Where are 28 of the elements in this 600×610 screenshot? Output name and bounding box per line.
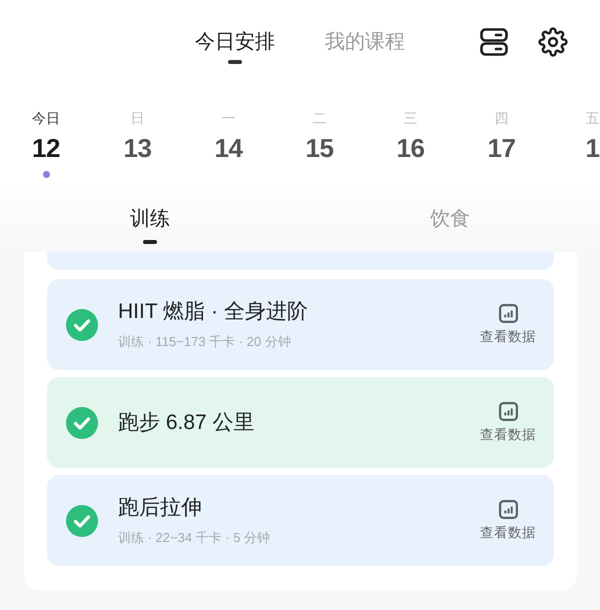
selected-dot-icon xyxy=(42,171,50,178)
activity-details: 训练 · 22~34 千卡 · 5 分钟 xyxy=(118,529,270,547)
stacked-bars-icon[interactable] xyxy=(480,28,508,56)
date-item[interactable]: 日 13 xyxy=(92,108,183,188)
date-item[interactable]: 今日 12 xyxy=(0,108,92,188)
activity-title: HIIT 燃脂 · 全身进阶 xyxy=(118,299,308,325)
view-data-button[interactable]: 查看数据 xyxy=(480,304,536,346)
tab-indicator xyxy=(228,60,242,64)
activity-title: 跑步 6.87 公里 xyxy=(118,410,255,436)
view-data-button[interactable]: 查看数据 xyxy=(480,500,536,542)
view-data-button[interactable]: 查看数据 xyxy=(480,402,536,444)
date-item[interactable]: 四 17 xyxy=(456,108,547,188)
activity-card[interactable]: 跑后拉伸 训练 · 22~34 千卡 · 5 分钟 查看数据 xyxy=(47,475,554,566)
tab-indicator xyxy=(143,240,157,244)
bar-chart-icon xyxy=(498,304,518,322)
activity-card[interactable]: 跑步 6.87 公里 查看数据 xyxy=(47,377,554,468)
date-item[interactable]: 二 15 xyxy=(274,108,365,188)
bar-chart-icon xyxy=(498,500,518,518)
date-item[interactable]: 一 14 xyxy=(183,108,274,188)
activity-card[interactable]: HIIT 燃脂 · 全身进阶 训练 · 115~173 千卡 · 20 分钟 查看数据 xyxy=(47,279,554,370)
bar-chart-icon xyxy=(498,402,518,420)
date-item[interactable]: 五 1 xyxy=(547,108,600,188)
activity-title: 跑后拉伸 xyxy=(118,495,202,521)
settings-icon[interactable] xyxy=(538,27,568,57)
date-item[interactable]: 三 16 xyxy=(365,108,456,188)
activity-details: 训练 · 115~173 千卡 · 20 分钟 xyxy=(118,333,291,351)
section-tab[interactable]: 训练 xyxy=(130,205,170,244)
top-tab[interactable]: 今日安排 xyxy=(195,28,275,64)
